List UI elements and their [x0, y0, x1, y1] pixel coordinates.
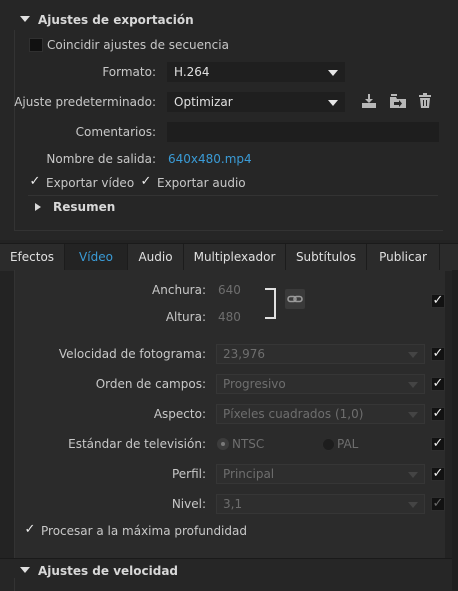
- profile-override-checkbox[interactable]: ✓: [431, 467, 445, 481]
- summary-label[interactable]: Resumen: [53, 200, 115, 214]
- format-label: Formato:: [102, 65, 156, 79]
- output-name-label: Nombre de salida:: [46, 152, 156, 166]
- width-label: Anchura:: [152, 283, 206, 297]
- chevron-down-icon: [328, 100, 338, 106]
- summary-divider: [28, 195, 438, 196]
- field-order-override-checkbox[interactable]: ✓: [431, 377, 445, 391]
- import-preset-icon[interactable]: [389, 93, 407, 109]
- dimension-link-bracket: [265, 288, 276, 319]
- export-video-checkbox[interactable]: ✓: [29, 175, 41, 188]
- frame-rate-override-checkbox[interactable]: ✓: [431, 347, 445, 361]
- tab-publish[interactable]: Publicar: [367, 244, 440, 270]
- height-label: Altura:: [165, 310, 206, 324]
- max-depth-label[interactable]: Procesar a la máxima profundidad: [41, 524, 247, 538]
- export-video-label[interactable]: Exportar vídeo: [46, 176, 134, 190]
- frame-rate-value: 23,976: [223, 347, 265, 361]
- max-depth-checkbox[interactable]: ✓: [24, 523, 36, 536]
- format-value: H.264: [174, 65, 210, 79]
- tv-standard-override-checkbox[interactable]: ✓: [431, 437, 445, 451]
- speed-settings-title[interactable]: Ajustes de velocidad: [38, 564, 178, 578]
- preset-dropdown[interactable]: Optimizar: [167, 92, 345, 112]
- field-order-label: Orden de campos:: [95, 377, 206, 391]
- aspect-dropdown[interactable]: Píxeles cuadrados (1,0): [216, 404, 425, 424]
- chevron-down-icon: [408, 472, 418, 478]
- save-preset-icon[interactable]: [361, 93, 377, 109]
- radio-dot-icon: [221, 442, 225, 446]
- expand-summary-icon[interactable]: [35, 203, 41, 211]
- collapse-speed-settings-icon[interactable]: [20, 567, 30, 573]
- chevron-down-icon: [408, 502, 418, 508]
- dimensions-override-checkbox[interactable]: ✓: [431, 294, 445, 308]
- link-icon[interactable]: [285, 289, 305, 309]
- profile-value: Principal: [223, 467, 275, 481]
- frame-rate-dropdown[interactable]: 23,976: [216, 344, 425, 364]
- aspect-label: Aspecto:: [153, 407, 206, 421]
- tab-subtitles[interactable]: Subtítulos: [286, 244, 367, 270]
- profile-dropdown[interactable]: Principal: [216, 464, 425, 484]
- comments-label: Comentarios:: [75, 125, 156, 139]
- width-value[interactable]: 640: [218, 283, 241, 297]
- pal-label[interactable]: PAL: [337, 437, 358, 451]
- format-dropdown[interactable]: H.264: [167, 62, 345, 82]
- field-order-dropdown[interactable]: Progresivo: [216, 374, 425, 394]
- match-sequence-label[interactable]: Coincidir ajustes de secuencia: [47, 38, 229, 52]
- chevron-down-icon: [328, 70, 338, 76]
- level-value: 3,1: [223, 497, 243, 511]
- pal-radio[interactable]: [322, 438, 335, 451]
- trash-icon[interactable]: [418, 93, 432, 109]
- chevron-down-icon: [408, 382, 418, 388]
- chevron-down-icon: [408, 352, 418, 358]
- level-label: Nivel:: [171, 497, 206, 511]
- level-override-checkbox[interactable]: ✓: [431, 497, 445, 511]
- preset-value: Optimizar: [174, 95, 233, 109]
- collapse-export-settings-icon[interactable]: [20, 16, 30, 22]
- tab-multiplexer[interactable]: Multiplexador: [184, 244, 286, 270]
- comments-input[interactable]: [167, 122, 439, 142]
- export-audio-label[interactable]: Exportar audio: [157, 176, 246, 190]
- scrollbar[interactable]: [452, 270, 458, 590]
- tab-video[interactable]: Vídeo: [65, 244, 128, 270]
- ntsc-label[interactable]: NTSC: [232, 437, 264, 451]
- tab-effects[interactable]: Efectos: [0, 244, 65, 270]
- field-order-value: Progresivo: [223, 377, 286, 391]
- match-sequence-checkbox[interactable]: [29, 38, 43, 52]
- tv-standard-label: Estándar de televisión:: [68, 437, 206, 451]
- tab-audio[interactable]: Audio: [128, 244, 184, 270]
- level-dropdown[interactable]: 3,1: [216, 494, 425, 514]
- speed-settings-border: [14, 578, 15, 591]
- height-value[interactable]: 480: [218, 310, 241, 324]
- output-name-link[interactable]: 640x480.mp4: [168, 152, 252, 166]
- aspect-value: Píxeles cuadrados (1,0): [223, 407, 364, 421]
- export-settings-title[interactable]: Ajustes de exportación: [38, 13, 194, 27]
- preset-label: Ajuste predeterminado:: [14, 95, 156, 109]
- profile-label: Perfil:: [171, 467, 206, 481]
- export-audio-checkbox[interactable]: ✓: [140, 175, 152, 188]
- frame-rate-label: Velocidad de fotograma:: [58, 347, 206, 361]
- chevron-down-icon: [408, 412, 418, 418]
- ntsc-radio[interactable]: [217, 438, 229, 450]
- aspect-override-checkbox[interactable]: ✓: [431, 407, 445, 421]
